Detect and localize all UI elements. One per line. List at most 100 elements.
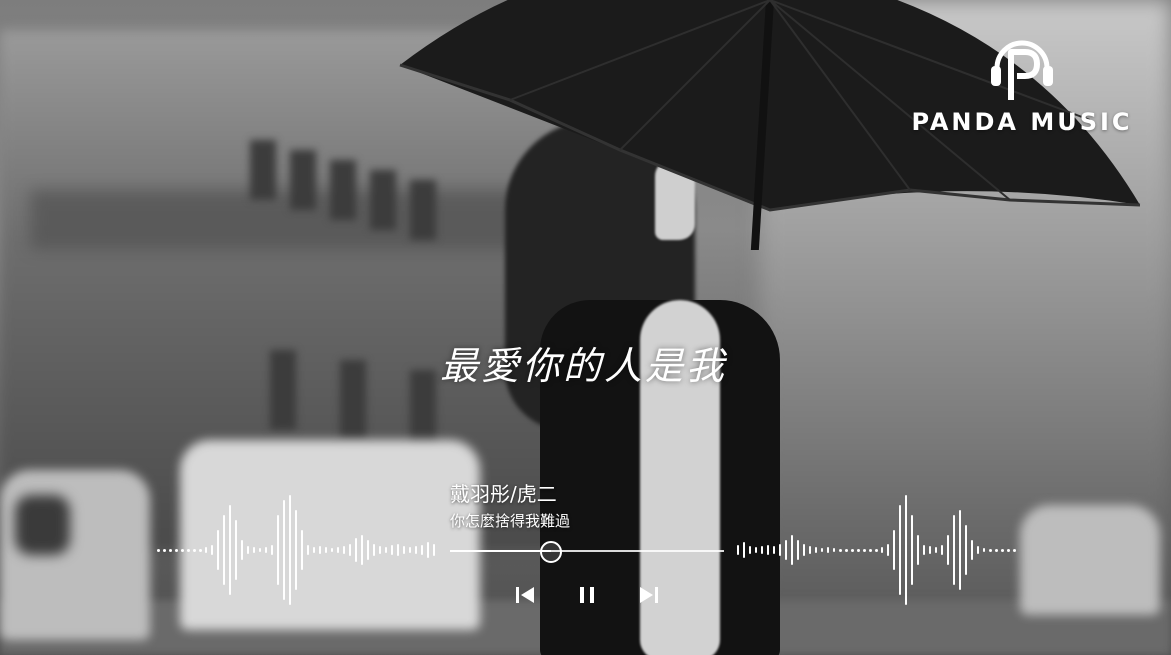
waveform-bar (809, 546, 811, 554)
pause-icon (580, 587, 594, 603)
song-title: 最愛你的人是我 (440, 344, 728, 388)
headphones-p-icon (991, 40, 1053, 100)
waveform-bar (737, 545, 739, 555)
progress-bar[interactable] (450, 541, 724, 563)
waveform-bar (259, 548, 261, 552)
background-window (290, 150, 316, 210)
waveform-bar (971, 540, 973, 560)
waveform-bar (893, 530, 895, 570)
waveform-bar (953, 515, 955, 585)
background-window (250, 140, 276, 200)
waveform-bar (791, 535, 793, 565)
waveform-bar (235, 520, 237, 580)
waveform-bar (379, 546, 381, 554)
waveform-dot (989, 549, 992, 552)
waveform-bar (217, 530, 219, 570)
progress-fill (450, 550, 552, 552)
background-car (0, 470, 150, 640)
skip-previous-icon (516, 587, 534, 603)
waveform-bar (343, 546, 345, 554)
previous-button[interactable] (512, 582, 538, 608)
waveform-bar (325, 547, 327, 553)
brand-name: PANDA MUSIC (911, 108, 1133, 136)
waveform-bar (749, 546, 751, 554)
waveform-bar (409, 547, 411, 553)
waveform-bar (283, 500, 285, 600)
waveform-bar (265, 547, 267, 553)
waveform-dot (169, 549, 172, 552)
waveform-bar (301, 530, 303, 570)
waveform-bar (433, 544, 435, 556)
waveform-bar (977, 546, 979, 554)
waveform-bar (821, 548, 823, 552)
waveform-bar (415, 546, 417, 554)
lyric-line: 你怎麼捨得我難過 (450, 512, 571, 530)
waveform-dot (995, 549, 998, 552)
skip-next-icon (640, 587, 658, 603)
waveform-bar (881, 547, 883, 553)
waveform-dot (1001, 549, 1004, 552)
waveform-bar (935, 547, 937, 553)
waveform-bar (941, 545, 943, 555)
waveform-bar (337, 547, 339, 553)
waveform-bar (917, 535, 919, 565)
waveform-bar (373, 544, 375, 556)
waveform-bar (797, 540, 799, 560)
waveform-bar (779, 544, 781, 556)
waveform-right (737, 490, 1019, 610)
progress-knob[interactable] (540, 541, 563, 563)
waveform-bar (767, 545, 769, 555)
waveform-dot (1007, 549, 1010, 552)
background-car (1020, 505, 1160, 615)
waveform-bar (827, 547, 829, 553)
waveform-bar (229, 505, 231, 595)
waveform-bar (959, 510, 961, 590)
waveform-bar (983, 548, 985, 552)
waveform-bar (397, 544, 399, 556)
waveform-bar (899, 505, 901, 595)
playback-controls (500, 582, 680, 608)
waveform-bar (349, 544, 351, 556)
waveform-left (157, 490, 437, 610)
waveform-bar (313, 547, 315, 553)
waveform-bar (223, 515, 225, 585)
waveform-bar (385, 547, 387, 553)
waveform-bar (361, 535, 363, 565)
waveform-dot (851, 549, 854, 552)
next-button[interactable] (636, 582, 662, 608)
waveform-bar (833, 548, 835, 552)
waveform-dot (869, 549, 872, 552)
waveform-bar (241, 540, 243, 560)
waveform-bar (391, 545, 393, 555)
waveform-bar (947, 535, 949, 565)
waveform-bar (367, 540, 369, 560)
waveform-bar (421, 545, 423, 555)
waveform-bar (211, 545, 213, 555)
player-screen: PANDA MUSIC 最愛你的人是我 戴羽彤/虎二 你怎麼捨得我難過 (0, 0, 1171, 655)
waveform-dot (857, 549, 860, 552)
waveform-bar (295, 510, 297, 590)
pause-button[interactable] (574, 582, 600, 608)
waveform-bar (929, 546, 931, 554)
waveform-dot (181, 549, 184, 552)
brand-logo: PANDA MUSIC (893, 30, 1151, 145)
waveform-bar (403, 546, 405, 554)
waveform-bar (205, 547, 207, 553)
waveform-bar (773, 546, 775, 554)
waveform-bar (319, 546, 321, 554)
background-window (340, 360, 366, 440)
waveform-bar (247, 546, 249, 554)
waveform-dot (163, 549, 166, 552)
waveform-bar (743, 542, 745, 558)
waveform-bar (803, 544, 805, 556)
waveform-dot (875, 549, 878, 552)
waveform-dot (1013, 549, 1016, 552)
waveform-dot (199, 549, 202, 552)
waveform-bar (755, 547, 757, 553)
waveform-bar (331, 548, 333, 552)
waveform-bar (785, 540, 787, 560)
waveform-bar (277, 515, 279, 585)
waveform-bar (815, 547, 817, 553)
waveform-bar (965, 525, 967, 575)
artist-name: 戴羽彤/虎二 (450, 482, 557, 506)
